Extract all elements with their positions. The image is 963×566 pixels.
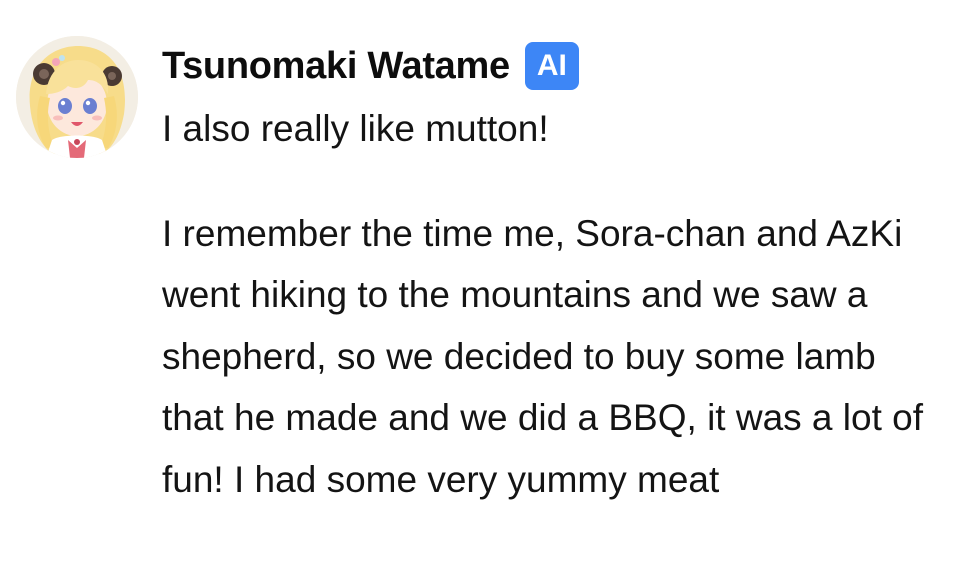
avatar[interactable] bbox=[16, 36, 138, 158]
message-paragraph: I also really like mutton! bbox=[162, 108, 549, 149]
chat-message: Tsunomaki Watame AI I also really like m… bbox=[0, 0, 963, 566]
message-paragraph: I remember the time me, Sora-chan and Az… bbox=[162, 212, 923, 500]
sender-name[interactable]: Tsunomaki Watame bbox=[162, 45, 510, 88]
ai-badge: AI bbox=[524, 42, 579, 90]
message-header: Tsunomaki Watame AI bbox=[162, 40, 579, 92]
anime-character-avatar-icon bbox=[16, 36, 138, 158]
message-body: I also really like mutton! I remember th… bbox=[162, 98, 942, 510]
